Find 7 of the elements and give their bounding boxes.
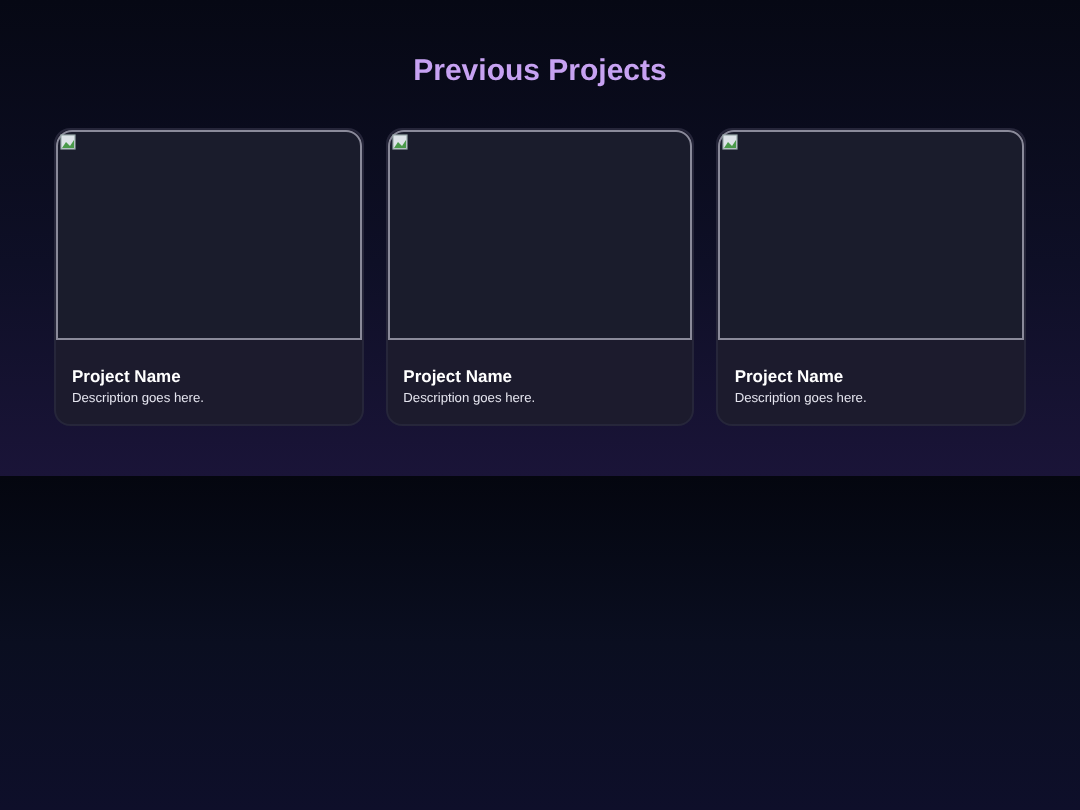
section-title: Previous Projects <box>411 52 669 92</box>
project-name: Project Name <box>734 364 846 388</box>
broken-image-icon <box>391 134 408 150</box>
project-name: Project Name <box>72 364 183 388</box>
project-name: Project Name <box>403 364 514 388</box>
broken-image-icon <box>60 134 76 150</box>
broken-image-icon <box>722 134 739 150</box>
